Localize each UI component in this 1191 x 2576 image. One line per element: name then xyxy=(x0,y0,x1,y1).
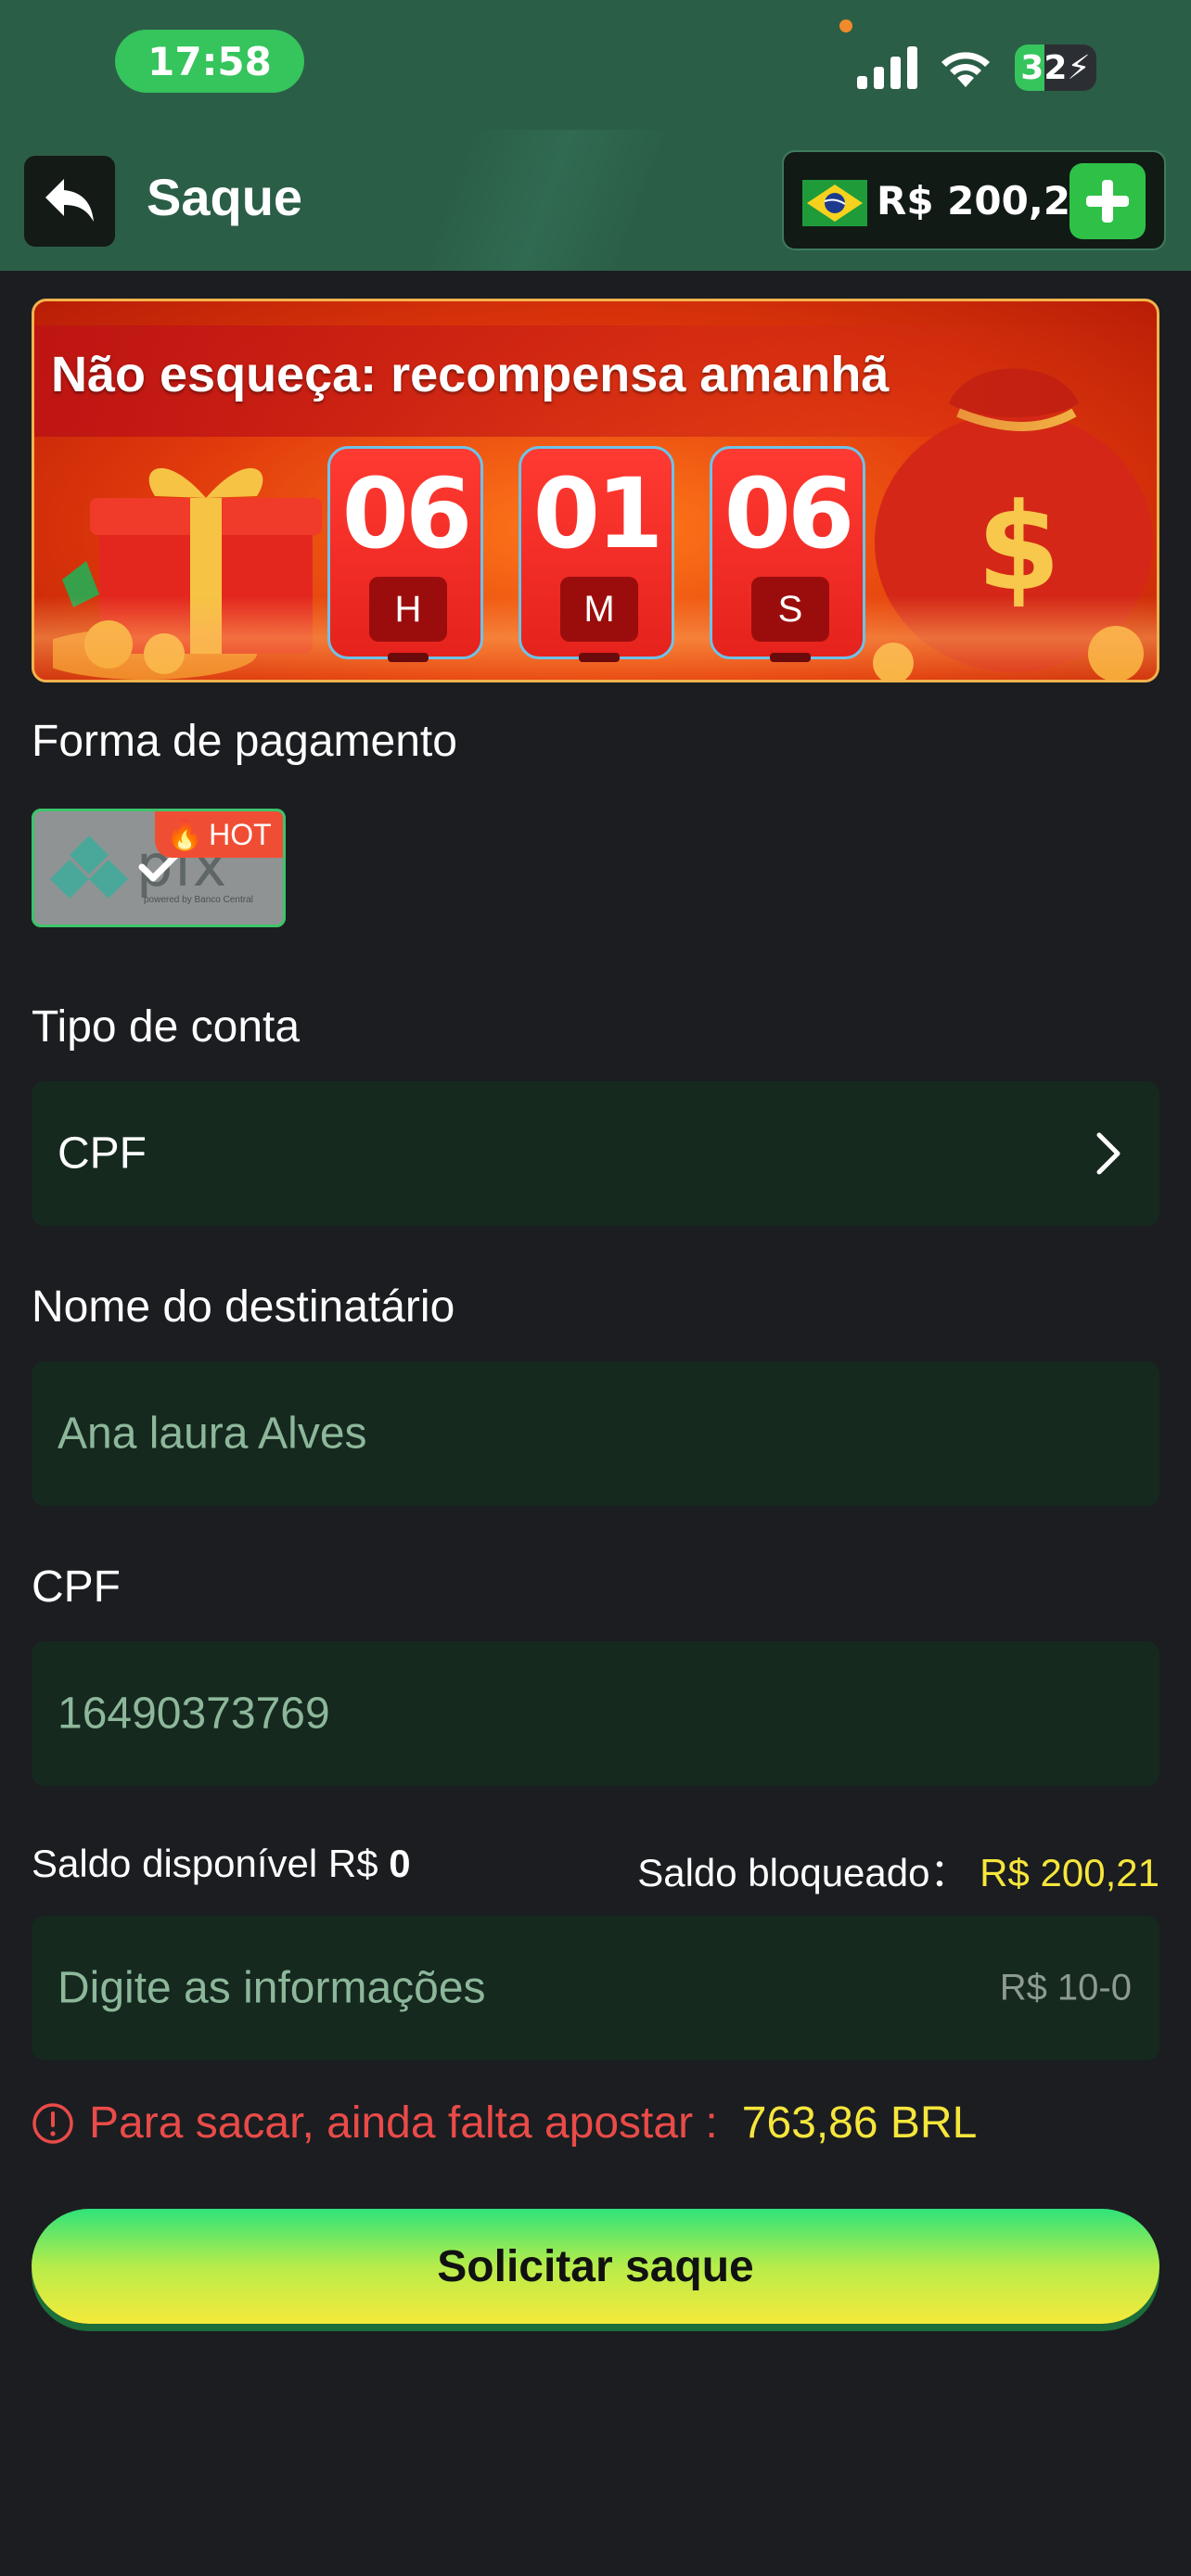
hot-badge: 🔥 HOT xyxy=(155,811,283,858)
countdown-seconds-value: 06 xyxy=(724,457,855,570)
warning-text: Para sacar, ainda falta apostar : xyxy=(89,2098,718,2148)
plus-icon xyxy=(1086,180,1129,223)
cpf-label: CPF xyxy=(32,1562,121,1612)
app-header: Saque R$ 200,21 xyxy=(0,130,1191,271)
status-time: 17:58 xyxy=(115,30,304,93)
blocked-balance-label: Saldo bloqueado： xyxy=(637,1851,969,1894)
timer-tab xyxy=(388,653,429,662)
countdown-hours: 06 H xyxy=(327,446,483,662)
countdown-seconds-unit: S xyxy=(751,577,829,642)
wager-requirement-warning: Para sacar, ainda falta apostar : 763,86… xyxy=(32,2098,977,2149)
account-type-value: CPF xyxy=(58,1129,147,1179)
countdown-hours-value: 06 xyxy=(341,457,473,570)
header-balance: R$ 200,21 xyxy=(782,150,1166,250)
recipient-name-input[interactable] xyxy=(58,1408,985,1460)
blocked-balance: Saldo bloqueado： R$ 200,21 xyxy=(637,1842,1159,1898)
countdown-hours-unit: H xyxy=(369,577,447,642)
reward-countdown-banner[interactable]: $ Não esqueça: recompensa amanhã 06 H 01… xyxy=(32,299,1159,682)
recipient-name-label: Nome do destinatário xyxy=(32,1282,455,1332)
pix-logo-icon xyxy=(50,835,128,899)
withdraw-amount-input[interactable] xyxy=(58,1962,892,2014)
available-balance-label: Saldo disponível R$ xyxy=(32,1842,378,1885)
warning-circle-icon xyxy=(32,2102,73,2144)
banner-title: Não esqueça: recompensa amanhã xyxy=(51,347,890,402)
battery-indicator: 32 ⚡ xyxy=(1015,45,1096,91)
account-type-select[interactable]: CPF xyxy=(32,1081,1159,1226)
back-button[interactable] xyxy=(24,156,115,247)
account-type-label: Tipo de conta xyxy=(32,1002,301,1052)
timer-tab xyxy=(770,653,811,662)
deposit-add-button[interactable] xyxy=(1069,163,1146,239)
cpf-field-box xyxy=(32,1641,1159,1786)
balance-amount: R$ 200,21 xyxy=(877,178,1098,223)
payment-option-pix[interactable]: pix powered by Banco Central 🔥 HOT xyxy=(32,809,286,927)
available-balance: Saldo disponível R$ 0 xyxy=(32,1842,411,1886)
wifi-icon xyxy=(941,52,990,87)
countdown-minutes-unit: M xyxy=(560,577,638,642)
withdraw-amount-field-box: R$ 10-0 xyxy=(32,1916,1159,2060)
timer-tab xyxy=(579,653,620,662)
flame-icon: 🔥 xyxy=(166,818,204,851)
countdown-minutes: 01 M xyxy=(519,446,674,662)
warning-amount: 763,86 BRL xyxy=(741,2098,978,2148)
battery-percent: 32 ⚡ xyxy=(1020,48,1091,87)
chevron-right-icon xyxy=(1096,1132,1121,1175)
cellular-signal-icon xyxy=(857,46,917,89)
page-title: Saque xyxy=(147,168,303,226)
amount-range-hint: R$ 10-0 xyxy=(999,1967,1132,2009)
countdown-minutes-value: 01 xyxy=(532,457,664,570)
back-arrow-icon xyxy=(45,179,94,222)
blocked-balance-value: R$ 200,21 xyxy=(980,1851,1159,1894)
brazil-flag-icon xyxy=(802,180,867,226)
privacy-indicator-dot xyxy=(839,19,852,32)
recipient-name-field-box xyxy=(32,1361,1159,1506)
payment-method-label: Forma de pagamento xyxy=(32,717,457,766)
request-withdrawal-button[interactable]: Solicitar saque xyxy=(32,2209,1159,2324)
pix-subtext: powered by Banco Central xyxy=(144,895,253,905)
hot-badge-label: HOT xyxy=(209,817,272,851)
available-balance-value: 0 xyxy=(389,1842,411,1885)
countdown-seconds: 06 S xyxy=(710,446,865,662)
status-bar: 17:58 32 ⚡ xyxy=(0,0,1191,130)
cpf-input[interactable] xyxy=(58,1688,985,1740)
